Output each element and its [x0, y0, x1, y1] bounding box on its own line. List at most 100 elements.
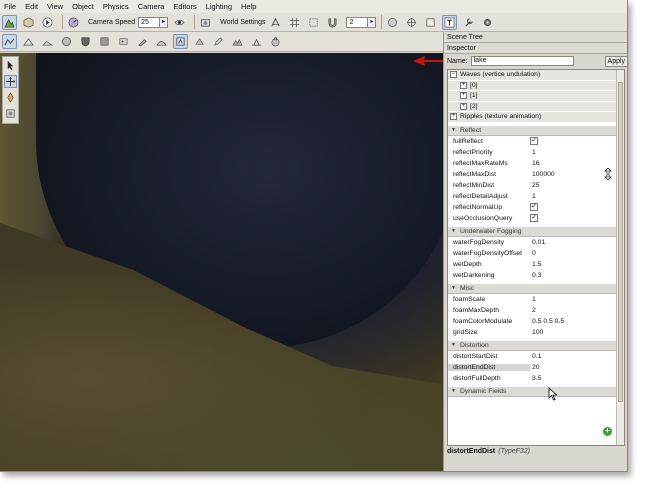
grid-button[interactable]	[287, 15, 302, 30]
menu-camera[interactable]: Camera	[138, 2, 165, 11]
toolbar-divider	[62, 15, 63, 29]
smooth-button[interactable]	[59, 34, 74, 49]
scale-tool-button[interactable]	[4, 107, 17, 120]
terrain-select-button[interactable]	[2, 34, 17, 49]
section-underwater-fogging[interactable]: ▼ Underwater Fogging	[448, 225, 617, 237]
menu-edit[interactable]: Edit	[25, 2, 38, 11]
section-misc[interactable]: ▼ Misc	[448, 282, 617, 294]
tool-button[interactable]	[461, 15, 476, 30]
property-value[interactable]: 3.5	[530, 375, 541, 382]
property-value[interactable]: 1	[530, 296, 536, 303]
menu-file[interactable]: File	[4, 2, 16, 11]
use-occlusion-query-checkbox[interactable]: ✓	[530, 214, 538, 222]
waves-group[interactable]: − Waves (vertice undulation)	[448, 70, 617, 81]
select-tool-button[interactable]	[4, 59, 17, 72]
noise-button[interactable]	[116, 34, 131, 49]
property-value[interactable]: 1	[530, 149, 536, 156]
noise-icon	[119, 38, 128, 45]
property-value[interactable]: 1	[530, 193, 536, 200]
property-value[interactable]: 0.3	[530, 272, 541, 279]
drop-at-camera-button[interactable]	[385, 15, 400, 30]
collapse-triangle-icon: ▼	[451, 342, 456, 348]
property-value[interactable]: 100000	[530, 171, 555, 178]
expand-icon[interactable]: +	[460, 102, 467, 110]
bounds-icon	[309, 17, 319, 27]
settings-button[interactable]	[480, 15, 495, 30]
full-reflect-checkbox[interactable]: ✓	[530, 137, 538, 145]
property-value[interactable]: 25	[530, 182, 540, 189]
magnet-snap-button[interactable]	[325, 15, 340, 30]
property-value[interactable]: 100	[530, 329, 543, 336]
set-height-button[interactable]	[173, 34, 188, 49]
menu-editors[interactable]: Editors	[173, 2, 196, 11]
menu-physics[interactable]: Physics	[103, 2, 129, 11]
hill-icon	[156, 41, 167, 46]
property-value[interactable]: 0.01	[530, 239, 545, 246]
world-settings-label[interactable]: World Settings	[220, 19, 265, 26]
drop-icon	[388, 17, 398, 27]
reflect-normal-up-checkbox[interactable]: ✓	[530, 203, 538, 211]
raise-height-button[interactable]	[21, 34, 36, 49]
section-reflect[interactable]: ▼ Reflect	[448, 124, 617, 136]
property-value[interactable]: 16	[530, 160, 540, 167]
clear-terrain-button[interactable]	[192, 34, 207, 49]
ripples-group[interactable]: + Ripples (texture animation)	[448, 112, 617, 123]
apply-button[interactable]: Apply	[604, 55, 627, 67]
brush-button[interactable]	[135, 34, 150, 49]
object-editor-button[interactable]	[21, 15, 36, 30]
menu-help[interactable]: Help	[241, 2, 256, 11]
bounds-button[interactable]	[306, 15, 321, 30]
weight-button[interactable]	[268, 34, 283, 49]
wave-item-label: [2]	[470, 102, 478, 110]
property-label: useOcclusionQuery	[453, 214, 513, 222]
wave-item[interactable]: + [2]	[448, 101, 617, 112]
property-value[interactable]: 2	[530, 307, 536, 314]
scrollbar-thumb[interactable]	[618, 82, 623, 402]
camera-speed-input[interactable]: 25	[138, 16, 161, 28]
snap-icon	[271, 17, 281, 26]
menu-object[interactable]: Object	[72, 2, 94, 11]
move-tool-button[interactable]	[4, 75, 17, 88]
section-distortion[interactable]: ▼ Distortion	[448, 339, 617, 351]
erosion-button[interactable]	[154, 34, 169, 49]
center-button[interactable]	[404, 15, 419, 30]
average-button[interactable]	[249, 34, 264, 49]
fit-view-button[interactable]	[423, 15, 438, 30]
camera-speed-dropdown[interactable]: ▸	[160, 16, 169, 28]
expand-icon[interactable]: +	[450, 113, 457, 121]
collapse-icon[interactable]: −	[450, 71, 457, 79]
property-value[interactable]: 20	[530, 364, 540, 371]
flatten-button[interactable]	[78, 34, 93, 49]
property-value[interactable]: 0.1	[530, 353, 541, 360]
menu-view[interactable]: View	[47, 2, 63, 11]
property-value[interactable]: 1.5	[530, 261, 541, 268]
add-dynamic-field-button[interactable]: +	[603, 427, 612, 436]
camera-speed-icon-button[interactable]	[66, 15, 81, 30]
snap-grid-button[interactable]	[268, 15, 283, 30]
section-dynamic-fields[interactable]: ▼ Dynamic Fields	[448, 385, 617, 397]
menu-lighting[interactable]: Lighting	[206, 2, 232, 11]
visibility-button[interactable]	[172, 15, 187, 30]
lower-height-button[interactable]	[40, 34, 55, 49]
expand-icon[interactable]: +	[460, 81, 467, 89]
camera-view-button[interactable]	[198, 15, 213, 30]
paint-material-button[interactable]	[97, 34, 112, 49]
terrain-editor-button[interactable]	[2, 14, 17, 30]
text-button[interactable]	[442, 14, 458, 30]
grid-size-dropdown[interactable]: ▸	[368, 16, 377, 28]
scene-tree-header[interactable]: Scene Tree	[444, 32, 627, 43]
scene-viewport[interactable]	[0, 53, 443, 471]
property-value[interactable]: 0.5 0.5 0.5	[530, 318, 564, 325]
expand-icon[interactable]: +	[460, 92, 467, 100]
adjust-height-button[interactable]	[230, 34, 245, 49]
rotate-tool-button[interactable]	[4, 91, 17, 104]
inspector-property-list[interactable]: − Waves (vertice undulation) + [0] + [1]…	[447, 69, 625, 446]
object-name-input[interactable]: lake	[470, 56, 574, 66]
property-value[interactable]: 0	[530, 250, 536, 257]
wave-item[interactable]: + [1]	[448, 91, 617, 102]
grid-size-input[interactable]: 2	[346, 16, 369, 28]
wave-item[interactable]: + [0]	[448, 80, 617, 91]
play-button[interactable]	[40, 15, 55, 30]
inspector-scrollbar[interactable]	[616, 70, 624, 445]
paint-noise-button[interactable]	[211, 34, 226, 49]
